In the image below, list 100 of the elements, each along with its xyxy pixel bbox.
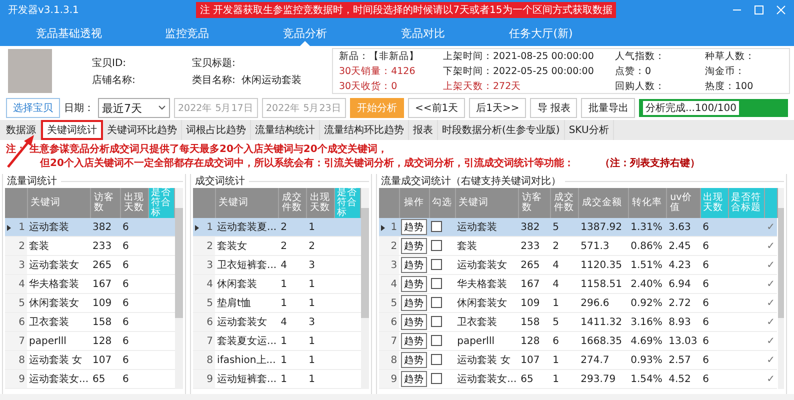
table-row[interactable]: 6 卫衣套装 158 6 (5, 312, 175, 332)
trend-button[interactable]: 趋势 (401, 276, 428, 292)
trend-button[interactable]: 趋势 (401, 314, 428, 330)
checkbox[interactable] (431, 373, 442, 384)
row-pointer-icon (195, 224, 200, 230)
table-cell: 3 (308, 260, 315, 270)
maximize-icon[interactable] (754, 5, 764, 15)
row-number: 2 (18, 240, 25, 252)
row-number: 5 (18, 298, 25, 308)
table-row[interactable]: 2 套装 233 6 (5, 236, 175, 256)
trend-button[interactable]: 趋势 (401, 219, 428, 235)
table-row[interactable]: 6 趋势 卫衣套装 158 5 1411.32 3.16% 8.93 6 ✓ (379, 312, 778, 332)
table-cell: 6 (122, 374, 129, 384)
checkbox[interactable] (431, 335, 442, 346)
checkbox[interactable] (431, 297, 442, 308)
field-label: 宝贝ID: (92, 56, 128, 70)
table-cell: 1 (280, 354, 287, 366)
toolbar-button[interactable]: 后1天>> (469, 98, 526, 118)
table-row[interactable]: 1 趋势 运动套装 382 5 1387.92 1.31% 3.63 6 ✓ (379, 218, 778, 236)
table-cell: 109 (92, 298, 112, 308)
stat-text: 下架时间：2022-05-25 00:00:00 (443, 64, 595, 78)
table-row[interactable]: 6 运动套装女 4 3 (193, 312, 361, 332)
table-cell: 运动套装女 (217, 317, 268, 328)
table-cell: 1 (308, 298, 315, 308)
table-cell: 6 (702, 374, 710, 384)
table-row[interactable]: 3 运动套装女 265 6 (5, 256, 175, 274)
table-row[interactable]: 8 趋势 运动套装 女 107 1 274.7 0.93% 2.57 6 ✓ (379, 350, 778, 370)
stat-text: 30天销量：4126 (339, 64, 416, 78)
table-cell: 卫衣套装 (457, 317, 498, 328)
table-cell: 1 (308, 278, 315, 290)
field-label: 店铺名称: (92, 74, 136, 86)
table-cell: 233 (92, 240, 112, 252)
table-row[interactable]: 7 paperlll 128 6 (5, 332, 175, 350)
table-cell: 6 (702, 278, 710, 290)
toolbar-button[interactable]: 导 报表 (530, 98, 578, 118)
table-cell: 6 (552, 336, 560, 346)
checkbox[interactable] (431, 354, 442, 366)
row-number: 1 (206, 222, 214, 232)
trend-button[interactable]: 趋势 (401, 352, 428, 368)
table-row[interactable]: 8 ifashion上... 1 1 (193, 350, 361, 370)
table-row[interactable]: 1 运动套装 382 6 (5, 218, 175, 236)
table-row[interactable]: 5 休闲套装女 109 6 (5, 294, 175, 312)
checkbox[interactable] (431, 221, 442, 232)
row-number: 6 (206, 316, 214, 328)
table-cell: 6 (702, 354, 710, 366)
table-row[interactable]: 8 运动套装 女 107 6 (5, 350, 175, 370)
column-header: 访客数 (90, 188, 121, 218)
table-cell: 5 (552, 316, 560, 328)
table-cell: 1 (552, 374, 560, 384)
checkbox[interactable] (431, 259, 442, 270)
table-cell: 0.86% (630, 240, 662, 252)
trend-button[interactable]: 趋势 (401, 238, 428, 254)
field-label: 宝贝标题: (192, 56, 236, 70)
column-header: 转化率 (628, 188, 667, 218)
table-row[interactable]: 9 运动短裤套... 1 1 (193, 370, 361, 388)
table-row[interactable]: 9 运动套装女... 65 6 (5, 370, 175, 388)
checkbox[interactable] (431, 316, 442, 328)
header-cell (379, 188, 400, 218)
toolbar-button[interactable]: <<前1天 (408, 98, 466, 118)
scrollbar[interactable] (175, 188, 184, 389)
range-dropdown[interactable]: 最近7天 (98, 98, 170, 118)
checkbox[interactable] (431, 278, 442, 290)
row-number: 7 (18, 336, 25, 346)
checkbox[interactable] (431, 240, 442, 252)
table-row[interactable]: 4 华夫格套装 167 6 (5, 274, 175, 294)
close-icon[interactable] (776, 5, 786, 15)
column-header: 成交件数 (550, 188, 579, 218)
table-row[interactable]: 3 卫衣短裤套... 4 3 (193, 256, 361, 274)
trend-button[interactable]: 趋势 (401, 333, 428, 349)
table-row[interactable]: 4 趋势 华夫格套装 167 4 1158.51 2.40% 6.94 6 ✓ (379, 274, 778, 294)
table-row[interactable]: 7 套装夏女运... 1 1 (193, 332, 361, 350)
table-cell: 运动套装夏... (217, 222, 277, 233)
select-item-button[interactable]: 选择宝贝 (6, 98, 60, 118)
table-row[interactable]: 2 趋势 套装 233 2 571.3 0.86% 2.45 6 ✓ (379, 236, 778, 256)
table-row[interactable]: 5 垫肩t恤 1 1 (193, 294, 361, 312)
table-cell: 6 (122, 298, 129, 308)
scrollbar[interactable] (778, 188, 784, 389)
row-number: 8 (390, 354, 398, 366)
photo-placeholder (8, 49, 52, 93)
table-cell: 4 (552, 278, 560, 290)
trend-button[interactable]: 趋势 (401, 371, 428, 387)
trend-button[interactable]: 趋势 (401, 257, 428, 273)
toolbar-button[interactable]: 批量导出 (581, 98, 636, 118)
scrollbar[interactable] (361, 188, 370, 389)
table-row[interactable]: 2 套装女 2 2 (193, 236, 361, 256)
table-row[interactable]: 9 趋势 运动套装女... 65 1 293.79 1.54% 4.52 6 ✓ (379, 370, 778, 388)
table-cell: 6 (122, 354, 129, 366)
table-cell: 1 (552, 298, 560, 308)
table-row[interactable]: 5 趋势 休闲套装女 109 1 296.6 0.92% 2.72 6 ✓ (379, 294, 778, 312)
table-cell: ✓ (766, 298, 776, 308)
table-row[interactable]: 4 休闲套装 1 1 (193, 274, 361, 294)
trend-button[interactable]: 趋势 (401, 295, 428, 311)
table-row[interactable]: 7 趋势 paperlll 128 6 1668.35 4.69% 13.03 6 ✓ (379, 332, 778, 350)
table-row[interactable]: 1 运动套装夏... 2 1 (193, 218, 361, 236)
group-title: 成交词统计 (195, 174, 246, 188)
table-cell: 5 (552, 222, 560, 232)
row-number: 2 (390, 240, 398, 252)
sub-tab[interactable]: 关键词统计 (41, 120, 103, 140)
table-cell: 4.52 (668, 374, 691, 384)
table-row[interactable]: 3 趋势 运动套装女 265 4 1120.35 1.51% 4.23 6 ✓ (379, 256, 778, 274)
